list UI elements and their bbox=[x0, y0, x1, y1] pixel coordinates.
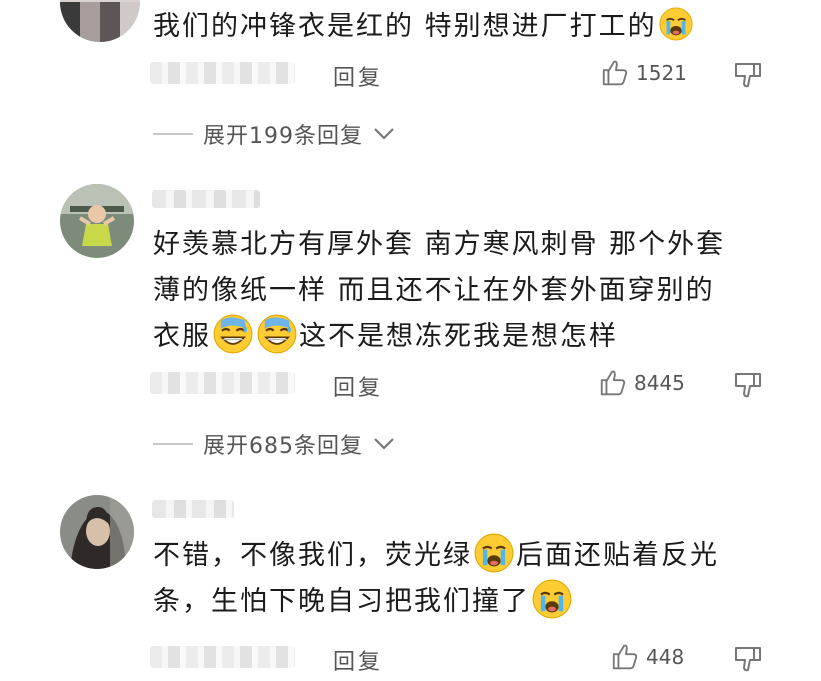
thumbs-up-icon bbox=[598, 368, 628, 398]
comment-text: 我们的冲锋衣是红的 特别想进厂打工的 bbox=[153, 4, 773, 50]
reply-button[interactable]: 回复 bbox=[333, 644, 383, 676]
comment-text: 好羡慕北方有厚外套 南方寒风刺骨 那个外套 薄的像纸一样 而且还不让在外套外面穿… bbox=[153, 229, 726, 354]
comment-meta-blurred bbox=[150, 646, 295, 668]
thumbs-down-icon[interactable] bbox=[732, 644, 764, 676]
crying-face-icon bbox=[532, 579, 572, 619]
avatar[interactable] bbox=[60, 495, 134, 569]
comment-meta-blurred bbox=[150, 372, 295, 394]
expand-replies-label: 展开199条回复 bbox=[203, 124, 363, 149]
divider bbox=[153, 133, 193, 135]
like-count: 448 bbox=[646, 645, 685, 669]
chevron-down-icon bbox=[374, 438, 394, 450]
like-count: 8445 bbox=[634, 371, 685, 395]
thumbs-up-icon bbox=[610, 642, 640, 672]
crying-face-icon bbox=[659, 7, 693, 41]
like-button[interactable]: 1521 bbox=[600, 58, 687, 88]
expand-replies[interactable]: 展开685条回复 bbox=[153, 428, 395, 460]
chevron-down-icon bbox=[374, 128, 394, 140]
comment-text: 不错，不像我们，荧光绿 后面还贴着反光 条，生怕下晚自习把我们撞了 bbox=[153, 533, 773, 625]
grinning-sweat-face-icon bbox=[213, 314, 253, 354]
username-blurred[interactable] bbox=[152, 500, 234, 518]
thumbs-down-icon[interactable] bbox=[732, 60, 764, 92]
grinning-sweat-face-icon bbox=[257, 314, 297, 354]
thumbs-down-icon[interactable] bbox=[732, 370, 764, 402]
comment-meta-blurred bbox=[150, 62, 295, 84]
expand-replies-label: 展开685条回复 bbox=[203, 434, 363, 459]
like-count: 1521 bbox=[636, 61, 687, 85]
reply-button[interactable]: 回复 bbox=[333, 370, 383, 402]
divider bbox=[153, 443, 193, 445]
like-button[interactable]: 8445 bbox=[598, 368, 685, 398]
avatar[interactable] bbox=[60, 0, 140, 42]
like-button[interactable]: 448 bbox=[610, 642, 684, 672]
reply-button[interactable]: 回复 bbox=[333, 60, 383, 92]
expand-replies[interactable]: 展开199条回复 bbox=[153, 118, 395, 150]
crying-face-icon bbox=[474, 533, 514, 573]
thumbs-up-icon bbox=[600, 58, 630, 88]
avatar[interactable] bbox=[60, 184, 134, 258]
username-blurred[interactable] bbox=[152, 190, 260, 208]
